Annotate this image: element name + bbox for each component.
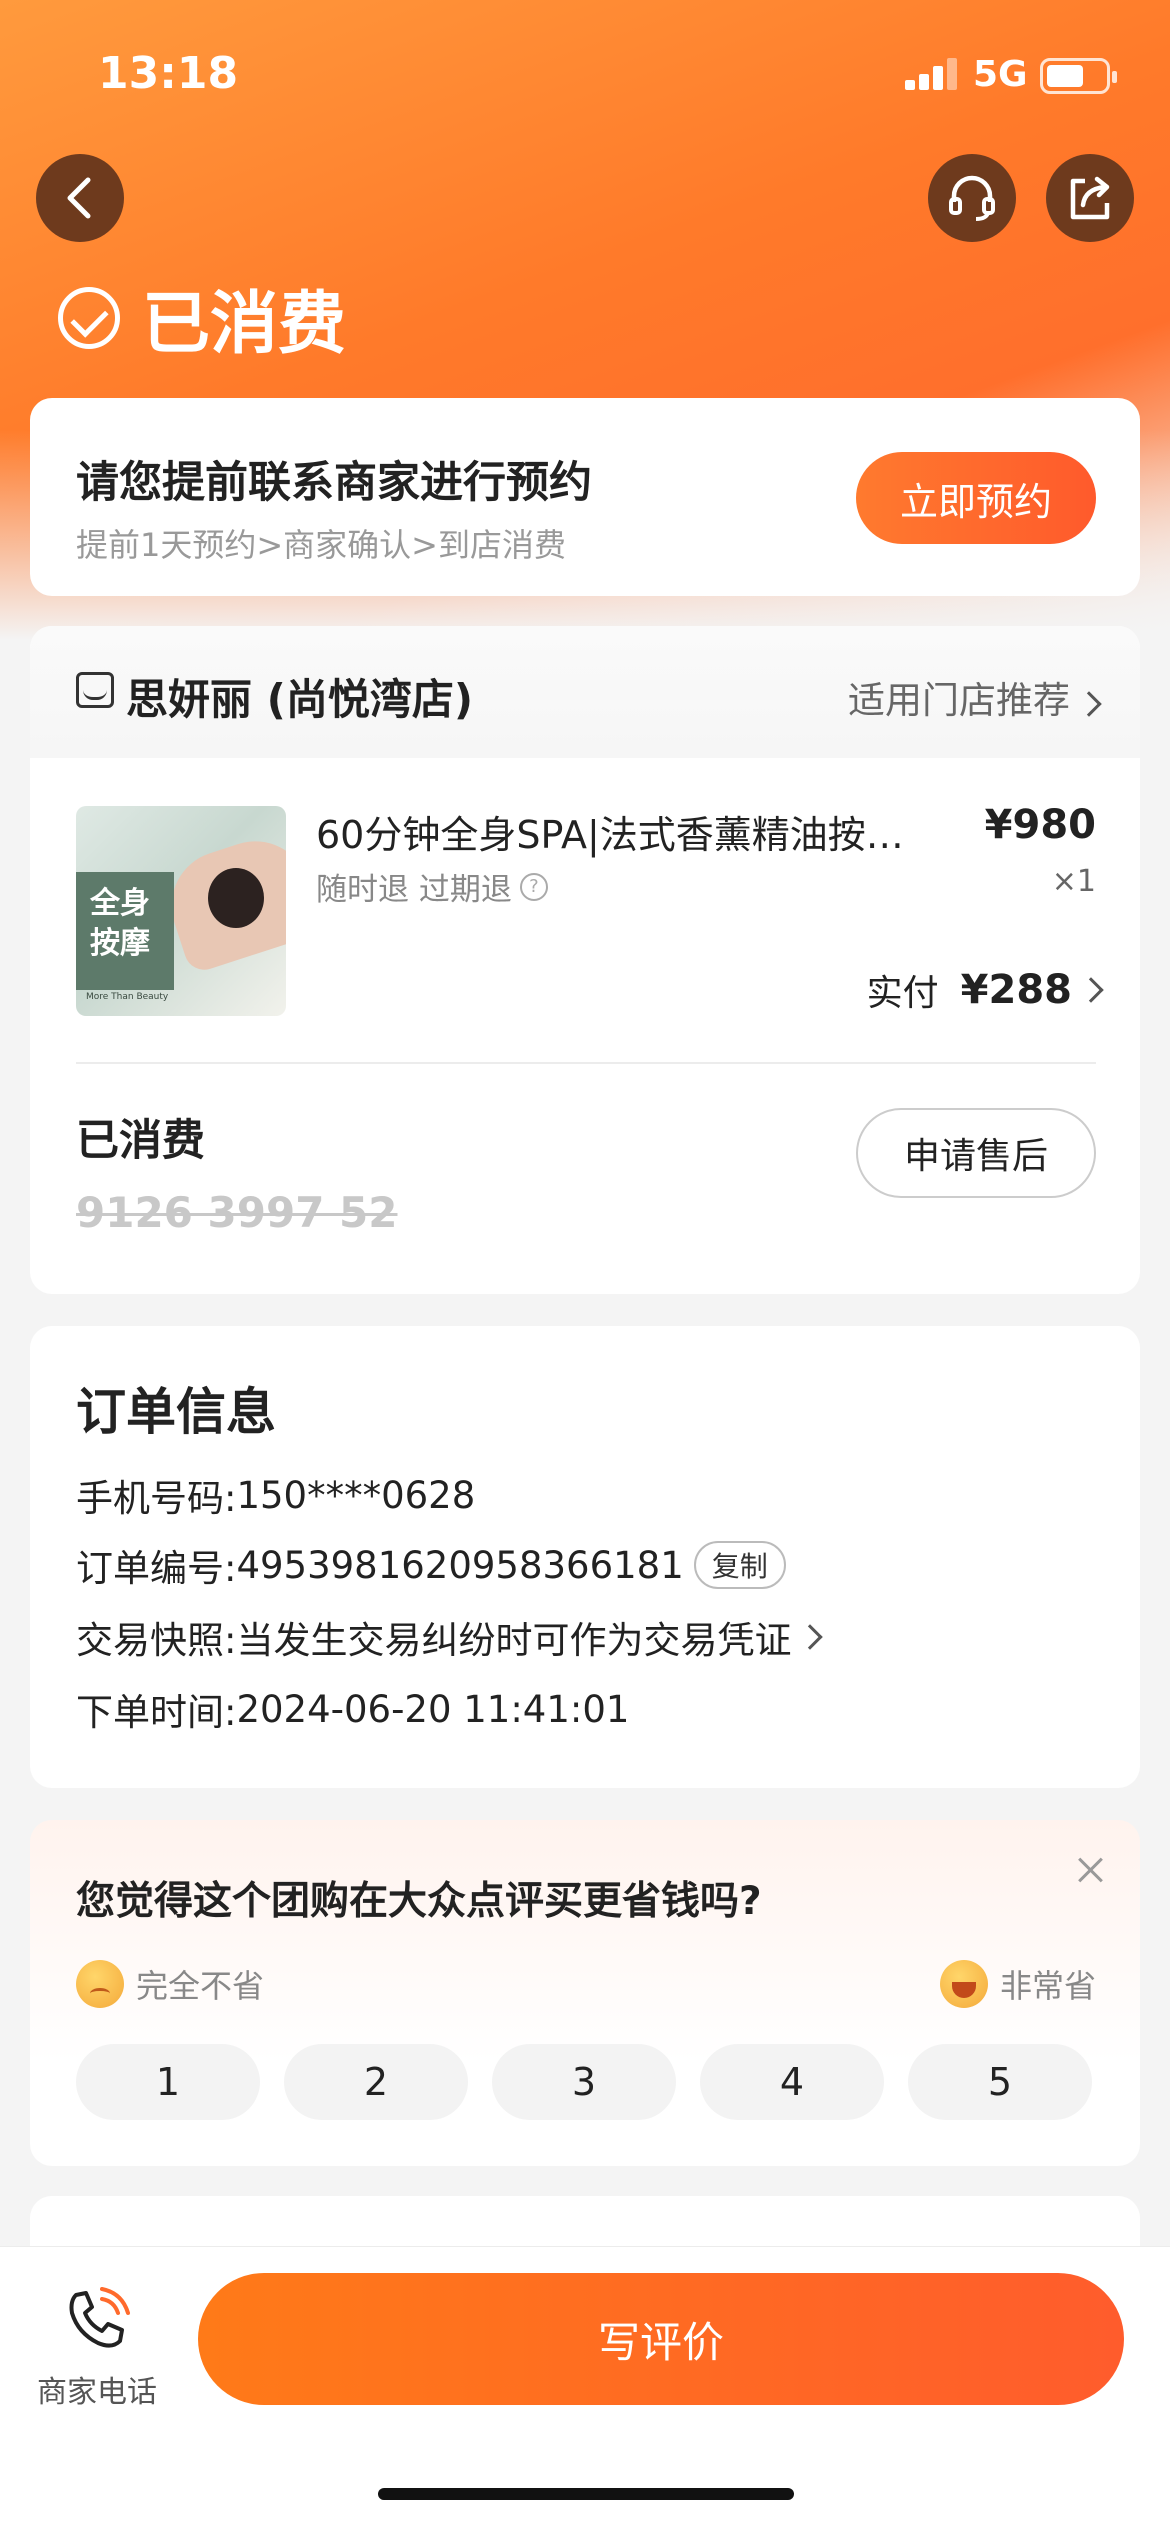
reservation-steps: 提前1天预约>商家确认>到店消费 <box>76 526 566 564</box>
product-price: ¥980 <box>984 802 1096 848</box>
rating-option-4[interactable]: 4 <box>700 2044 884 2120</box>
order-time-row: 下单时间: 2024-06-20 11:41:01 <box>76 1682 629 1736</box>
reservation-title: 请您提前联系商家进行预约 <box>76 458 592 508</box>
rating-option-3[interactable]: 3 <box>492 2044 676 2120</box>
write-review-button[interactable]: 写评价 <box>198 2273 1124 2405</box>
rating-option-2[interactable]: 2 <box>284 2044 468 2120</box>
order-info-card: 订单信息 手机号码: 150****0628 订单编号: 49539816209… <box>30 1326 1140 1788</box>
order-time-label: 下单时间: <box>76 1691 237 1734</box>
order-status-heading: 已消费 <box>58 268 346 367</box>
back-button[interactable] <box>36 154 124 242</box>
share-icon <box>1070 176 1110 220</box>
home-indicator <box>378 2488 794 2500</box>
store-recommend-link[interactable]: 适用门店推荐 <box>848 670 1102 724</box>
survey-card: 您觉得这个团购在大众点评买更省钱吗? 完全不省 非常省 1 2 3 4 5 <box>30 1820 1140 2166</box>
phone-icon <box>69 2287 130 2348</box>
order-number-row: 订单编号: 4953981620958366181 复制 <box>76 1538 786 1592</box>
network-type: 5G <box>973 54 1028 95</box>
product-card: 思妍丽 (尚悦湾店) 适用门店推荐 全身按摩 More Than Beauty … <box>30 626 1140 1294</box>
survey-high-label: 非常省 <box>939 1960 1096 2008</box>
happy-face-icon <box>939 1960 988 2008</box>
chevron-right-icon <box>1076 691 1102 717</box>
reservation-card: 请您提前联系商家进行预约 提前1天预约>商家确认>到店消费 立即预约 <box>30 398 1140 596</box>
rating-option-1[interactable]: 1 <box>76 2044 260 2120</box>
status-time: 13:18 <box>98 48 239 99</box>
customer-service-button[interactable] <box>928 154 1016 242</box>
chevron-right-icon <box>797 1624 824 1650</box>
snapshot-label: 交易快照: <box>76 1619 237 1662</box>
paid-label: 实付 <box>866 973 939 1014</box>
survey-question: 您觉得这个团购在大众点评买更省钱吗? <box>76 1879 762 1924</box>
refund-policy-text: 随时退 过期退 <box>316 872 512 908</box>
check-circle-icon <box>58 286 120 349</box>
order-status-text: 已消费 <box>142 285 347 364</box>
survey-rating-scale: 1 2 3 4 5 <box>76 2044 1092 2120</box>
shop-header[interactable]: 思妍丽 (尚悦湾店) 适用门店推荐 <box>30 626 1140 758</box>
product-title[interactable]: 60分钟全身SPA|法式香薰精油按… <box>316 804 956 859</box>
close-icon[interactable] <box>1070 1850 1110 1890</box>
divider <box>76 1062 1096 1064</box>
snapshot-row[interactable]: 交易快照: 当发生交易纠纷时可作为交易凭证 <box>76 1610 824 1664</box>
image-figure-hair <box>208 868 264 928</box>
product-quantity: ×1 <box>1051 864 1096 899</box>
survey-low-text: 完全不省 <box>136 1967 265 2005</box>
survey-high-text: 非常省 <box>999 1967 1096 2005</box>
snapshot-text: 当发生交易纠纷时可作为交易凭证 <box>236 1619 792 1662</box>
sad-face-icon <box>76 1960 124 2008</box>
merchant-phone-label: 商家电话 <box>37 2375 157 2410</box>
copy-button[interactable]: 复制 <box>693 1541 786 1589</box>
order-info-heading: 订单信息 <box>76 1383 276 1441</box>
voucher-status: 已消费 <box>76 1116 205 1166</box>
refund-policy: 随时退 过期退 ? <box>316 864 548 909</box>
store-recommend-label: 适用门店推荐 <box>848 679 1070 722</box>
paid-amount: ¥288 <box>960 967 1072 1013</box>
merchant-phone-button[interactable]: 商家电话 <box>22 2285 172 2411</box>
battery-icon <box>1040 58 1117 94</box>
survey-low-label: 完全不省 <box>76 1960 264 2008</box>
headset-icon <box>949 175 995 221</box>
product-image[interactable]: 全身按摩 More Than Beauty <box>76 806 286 1016</box>
shop-name[interactable]: 思妍丽 (尚悦湾店) <box>126 666 473 727</box>
rating-option-5[interactable]: 5 <box>908 2044 1092 2120</box>
shop-icon <box>76 672 114 708</box>
product-image-tag: 全身按摩 <box>76 872 174 990</box>
phone-value: 150****0628 <box>236 1473 476 1517</box>
order-time-value: 2024-06-20 11:41:01 <box>236 1687 630 1731</box>
order-number-value: 4953981620958366181 <box>236 1543 684 1587</box>
help-icon[interactable]: ? <box>519 872 548 901</box>
order-number-label: 订单编号: <box>76 1547 237 1590</box>
voucher-code: 9126 3997 52 <box>76 1188 398 1237</box>
chevron-left-icon <box>67 177 91 219</box>
product-image-caption: More Than Beauty <box>86 992 169 1002</box>
book-now-button[interactable]: 立即预约 <box>856 452 1096 544</box>
phone-row: 手机号码: 150****0628 <box>76 1468 475 1522</box>
chevron-right-icon <box>1078 977 1104 1003</box>
signal-icon <box>905 58 957 90</box>
paid-amount-row[interactable]: 实付 ¥288 <box>866 964 1104 1016</box>
share-button[interactable] <box>1046 154 1134 242</box>
after-sale-button[interactable]: 申请售后 <box>856 1108 1096 1198</box>
phone-label: 手机号码: <box>76 1477 237 1520</box>
